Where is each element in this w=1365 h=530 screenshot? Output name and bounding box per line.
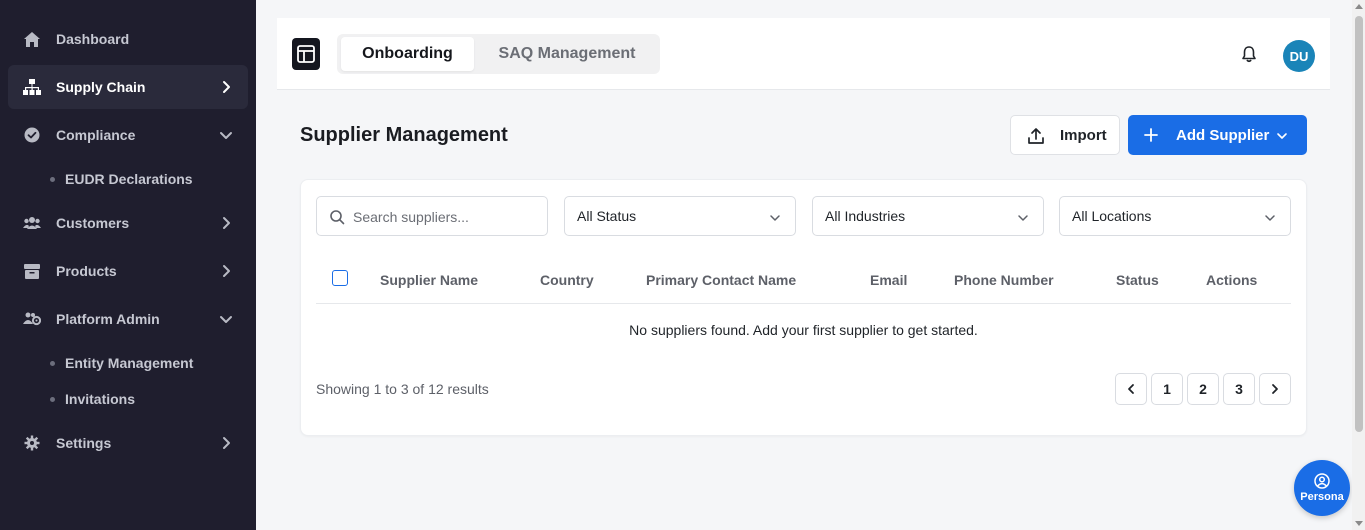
scroll-down-icon[interactable] [1355,521,1363,526]
sidebar-subitem-eudr-declarations[interactable]: EUDR Declarations [50,168,193,190]
page-button-3[interactable]: 3 [1223,373,1255,405]
sidebar-item-label: Compliance [56,127,136,143]
search-input[interactable] [353,207,543,227]
gear-icon [23,434,41,452]
column-header[interactable]: Phone Number [954,272,1054,288]
home-icon [23,30,41,48]
chevron-down-icon [218,127,234,143]
page-title: Supplier Management [300,124,508,146]
page-button-1[interactable]: 1 [1151,373,1183,405]
sitemap-icon [23,78,41,96]
users-icon [23,214,41,232]
top-bar: Onboarding SAQ Management DU [277,18,1330,90]
chevron-right-icon [218,435,234,451]
chevron-left-icon [1128,384,1134,394]
sidebar-item-label: Settings [56,435,112,451]
empty-state-message: No suppliers found. Add your first suppl… [629,322,978,338]
box-icon [23,262,41,280]
scrollbar[interactable] [1352,0,1365,530]
column-header: Actions [1206,272,1258,288]
sidebar-item-settings[interactable]: Settings [8,421,248,465]
table-header: Supplier Name Country Primary Contact Na… [316,258,1291,304]
sidebar-item-platform-admin[interactable]: Platform Admin [8,297,248,341]
add-supplier-button[interactable]: Add Supplier [1128,115,1307,155]
users-cog-icon [23,310,41,328]
chevron-right-icon [1272,384,1278,394]
scroll-up-icon[interactable] [1355,4,1363,9]
chevron-down-icon [769,211,781,229]
persona-button[interactable]: Persona [1294,460,1350,516]
select-all-checkbox[interactable] [332,270,348,286]
sidebar-item-label: Supply Chain [56,79,146,95]
bell-icon[interactable] [1239,44,1259,64]
chevron-right-icon [218,263,234,279]
column-header[interactable]: Country [540,272,594,288]
avatar[interactable]: DU [1283,40,1315,72]
tab-group: Onboarding SAQ Management [337,34,660,74]
sidebar-item-dashboard[interactable]: Dashboard [8,17,248,61]
search-field[interactable] [316,196,548,236]
bullet-icon [50,176,55,182]
sidebar-item-label: Dashboard [56,31,130,47]
chevron-right-icon [218,215,234,231]
layout-icon[interactable] [292,38,320,70]
location-filter-select[interactable]: All Locations [1059,196,1291,236]
sidebar-subitem-label: Entity Management [65,355,194,371]
sidebar-subitem-entity-management[interactable]: Entity Management [50,352,193,374]
status-filter-select[interactable]: All Status [564,196,796,236]
column-header[interactable]: Supplier Name [380,272,478,288]
persona-label: Persona [1300,491,1344,503]
upload-icon [1027,127,1045,150]
pagination-summary: Showing 1 to 3 of 12 results [316,381,489,397]
column-header[interactable]: Email [870,272,907,288]
chevron-down-icon [1264,211,1276,229]
column-header[interactable]: Primary Contact Name [646,272,796,288]
add-supplier-button-label: Add Supplier [1176,126,1270,144]
industry-filter-value: All Industries [825,208,906,224]
chevron-down-icon[interactable] [1276,129,1288,147]
sidebar-item-label: Customers [56,215,130,231]
supplier-table-card: All Status All Industries All Locations … [300,179,1307,436]
page-button-2[interactable]: 2 [1187,373,1219,405]
bullet-icon [50,396,55,402]
sidebar-item-label: Platform Admin [56,311,160,327]
sidebar-item-customers[interactable]: Customers [8,201,248,245]
sidebar-item-compliance[interactable]: Compliance [8,113,248,157]
chevron-down-icon [218,311,234,327]
bullet-icon [50,360,55,366]
check-circle-icon [23,126,41,144]
sidebar-subitem-label: Invitations [65,391,136,407]
sidebar-subitem-invitations[interactable]: Invitations [50,388,135,410]
tab-onboarding[interactable]: Onboarding [341,37,474,71]
import-button[interactable]: Import [1010,115,1120,155]
sidebar-item-supply-chain[interactable]: Supply Chain [8,65,248,109]
sidebar-subitem-label: EUDR Declarations [65,171,193,187]
location-filter-value: All Locations [1072,208,1152,224]
import-button-label: Import [1060,126,1107,144]
sidebar: Dashboard Supply Chain Compliance EUDR D… [0,0,256,530]
column-header[interactable]: Status [1116,272,1159,288]
plus-icon [1144,128,1158,147]
chevron-down-icon [1017,211,1029,229]
user-circle-icon [1314,473,1330,489]
scrollbar-thumb[interactable] [1355,16,1363,432]
chevron-right-icon [218,79,234,95]
tab-saq-management[interactable]: SAQ Management [478,37,656,71]
sidebar-item-label: Products [56,263,117,279]
prev-page-button[interactable] [1115,373,1147,405]
search-icon [329,209,345,230]
next-page-button[interactable] [1259,373,1291,405]
industry-filter-select[interactable]: All Industries [812,196,1044,236]
status-filter-value: All Status [577,208,637,224]
sidebar-item-products[interactable]: Products [8,249,248,293]
